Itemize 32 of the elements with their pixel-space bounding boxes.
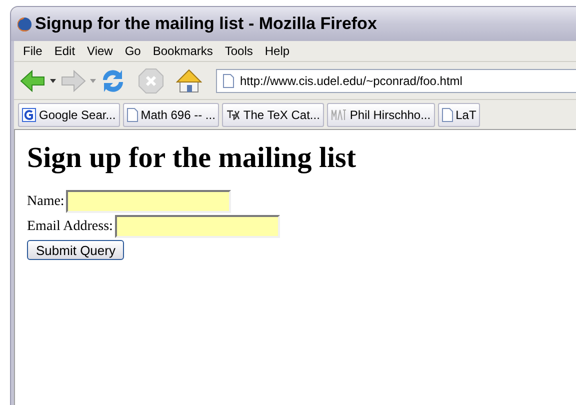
home-icon[interactable] <box>176 68 202 94</box>
math-logo-icon <box>330 108 347 120</box>
bookmark-button[interactable]: Google Sear... <box>18 102 120 126</box>
field-label: Email Address: <box>27 218 113 236</box>
menu-item[interactable]: Edit <box>49 42 80 60</box>
input-field[interactable] <box>66 190 232 213</box>
back-arrow-icon[interactable] <box>20 70 46 92</box>
stop-icon[interactable] <box>138 68 164 94</box>
bookmark-button[interactable]: LaT <box>438 102 480 126</box>
page-icon <box>223 74 234 88</box>
bookmark-button[interactable]: Math 696 -- ... <box>122 102 220 126</box>
menu-item[interactable]: View <box>82 42 118 60</box>
address-field[interactable]: http://www.cis.udel.edu/~pconrad/foo.html <box>216 68 576 92</box>
g-letter-icon <box>22 108 36 122</box>
tex-logo-icon <box>226 108 240 120</box>
submit-button[interactable]: Submit Query <box>27 240 124 260</box>
page-heading: Sign up for the mailing list <box>27 141 357 176</box>
menu-item[interactable]: Help <box>260 42 295 60</box>
menu-item[interactable]: Bookmarks <box>148 42 218 60</box>
menu-item[interactable]: File <box>18 42 48 60</box>
page-icon <box>126 108 138 122</box>
window-title: Signup for the mailing list - Mozilla Firefox <box>35 13 377 36</box>
field-label: Name: <box>27 193 64 211</box>
menu-item[interactable]: Tools <box>220 42 258 60</box>
page-icon <box>442 108 453 122</box>
bookmark-button[interactable]: Phil Hirschho... <box>326 102 435 126</box>
reload-icon[interactable] <box>100 68 126 94</box>
input-field[interactable] <box>114 215 280 238</box>
bookmark-button[interactable]: The TeX Cat... <box>222 102 324 126</box>
caret-icon[interactable] <box>50 78 56 82</box>
menu-item[interactable]: Go <box>120 42 146 60</box>
firefox-icon <box>17 16 32 32</box>
